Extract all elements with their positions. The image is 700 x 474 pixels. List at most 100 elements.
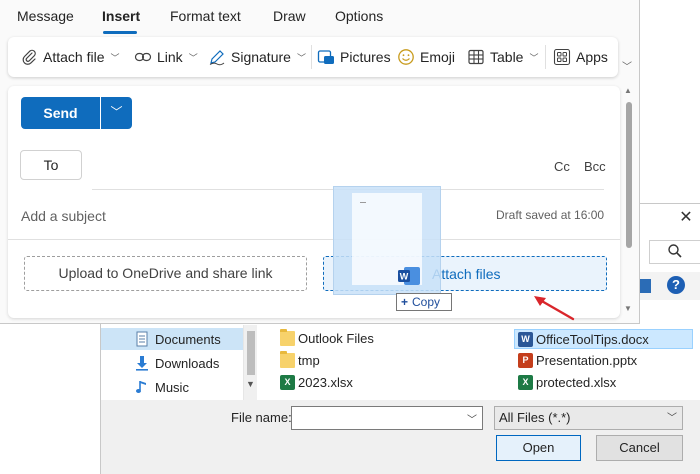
excel-file-icon: X [518,374,533,390]
outlook-compose-window: Message Insert Format text Draw Options … [0,0,640,324]
send-options-button[interactable]: ﹀ [101,97,132,129]
list-item-selected[interactable]: W OfficeToolTips.docx [514,329,693,349]
tab-message[interactable]: Message [17,8,74,24]
chevron-down-icon[interactable]: ﹀ [297,51,306,64]
chevron-down-icon: ﹀ [667,413,677,424]
ribbon-divider [545,45,546,69]
open-button[interactable]: Open [496,435,581,461]
attach-files-label: Attach files [432,266,501,282]
upload-onedrive-drop-zone[interactable]: Upload to OneDrive and share link [24,256,307,291]
svg-text:W: W [400,272,409,282]
folder-icon [280,328,295,346]
tab-options[interactable]: Options [335,8,383,24]
picture-icon [317,50,334,64]
chevron-down-icon[interactable]: ﹀ [622,58,632,73]
chevron-down-icon[interactable]: ﹀ [467,411,477,426]
file-name-label: File name: [231,410,292,425]
signature-button[interactable]: Signature ﹀ [208,48,306,66]
emoji-icon [398,49,414,65]
nav-item-documents[interactable]: Documents [101,328,243,350]
bcc-button[interactable]: Bcc [584,159,606,174]
scrollbar-thumb[interactable] [626,102,632,248]
attach-file-button[interactable]: Attach file ﹀ [20,48,120,66]
table-icon [468,49,484,65]
nav-item-downloads[interactable]: Downloads [101,352,243,374]
chevron-down-icon[interactable]: ﹀ [110,51,119,64]
apps-button[interactable]: Apps [553,48,608,66]
cc-button[interactable]: Cc [554,159,570,174]
chevron-down-icon: ﹀ [110,105,123,119]
tab-draw[interactable]: Draw [273,8,306,24]
drag-ghost-preview: W [333,186,441,295]
nav-item-label: Downloads [155,355,220,371]
tab-insert[interactable]: Insert [102,8,140,24]
file-type-select[interactable]: All Files (*.*) ﹀ [494,406,683,430]
table-button[interactable]: Table ﹀ [467,48,538,66]
compose-pane: Send ﹀ To Cc Bcc Add a subject Draft sav… [8,86,620,318]
link-label: Link [157,49,183,65]
emoji-button[interactable]: Emoji [397,48,455,66]
pen-icon [209,50,225,66]
compose-scrollbar[interactable]: ▲ ▼ [624,86,633,316]
drag-copy-tooltip: + Copy [396,293,452,311]
apps-label: Apps [576,49,608,65]
nav-scrollbar[interactable]: ▼ [243,325,257,400]
attach-file-label: Attach file [43,49,105,65]
word-file-icon: W [518,331,533,347]
chevron-down-icon[interactable]: ▼ [624,304,632,313]
file-type-value: All Files (*.*) [499,410,571,425]
to-button[interactable]: To [20,150,82,180]
ribbon-divider [311,45,312,69]
scrollbar-thumb[interactable] [247,331,255,375]
list-item[interactable]: Outlook Files [280,328,374,348]
apps-icon [553,48,571,66]
divider [8,239,620,240]
paperclip-icon [22,49,36,65]
emoji-label: Emoji [420,49,456,65]
link-icon [134,52,152,62]
copy-label: Copy [412,295,441,309]
draft-status: Draft saved at 16:00 [496,208,605,222]
pictures-label: Pictures [340,49,391,65]
plus-icon: + [401,295,409,309]
powerpoint-file-icon: P [518,352,533,368]
nav-item-label: Music [155,379,189,395]
chevron-down-icon[interactable]: ﹀ [529,51,538,64]
download-icon [136,356,148,371]
table-label: Table [490,49,524,65]
preview-pane-icon[interactable] [639,279,651,293]
close-icon[interactable]: ✕ [676,208,696,228]
ribbon-tabs: Message Insert Format text Draw Options [0,0,640,34]
excel-file-icon: X [280,374,295,390]
nav-item-label: Documents [155,331,221,347]
list-item[interactable]: X protected.xlsx [518,372,616,392]
link-button[interactable]: Link ﹀ [134,48,198,66]
file-name: OfficeToolTips.docx [536,331,649,347]
list-item[interactable]: P Presentation.pptx [518,350,637,370]
insert-ribbon: Attach file ﹀ Link ﹀ Signature ﹀ Picture… [8,37,618,77]
nav-item-music[interactable]: Music [101,376,243,398]
help-icon[interactable]: ? [667,276,685,294]
cancel-button[interactable]: Cancel [596,435,683,461]
chevron-down-icon[interactable]: ▼ [246,379,255,389]
music-icon [136,381,146,393]
file-name: protected.xlsx [536,374,617,390]
signature-label: Signature [231,49,291,65]
send-button[interactable]: Send [21,97,100,129]
chevron-down-icon[interactable]: ﹀ [189,51,198,64]
file-name: Presentation.pptx [536,352,638,368]
chevron-up-icon[interactable]: ▲ [624,86,632,95]
pictures-button[interactable]: Pictures [317,48,391,66]
file-name: tmp [298,352,320,368]
tab-format-text[interactable]: Format text [170,8,241,24]
documents-icon [136,331,148,347]
file-name: Outlook Files [298,330,374,346]
file-name: 2023.xlsx [298,374,353,390]
file-name-input[interactable]: ﹀ [291,406,483,430]
subject-input[interactable]: Add a subject [21,208,106,224]
active-tab-indicator [103,31,137,34]
red-arrow-icon [534,296,575,321]
list-item[interactable]: X 2023.xlsx [280,372,353,392]
search-icon[interactable] [667,243,683,259]
list-item[interactable]: tmp [280,350,320,370]
